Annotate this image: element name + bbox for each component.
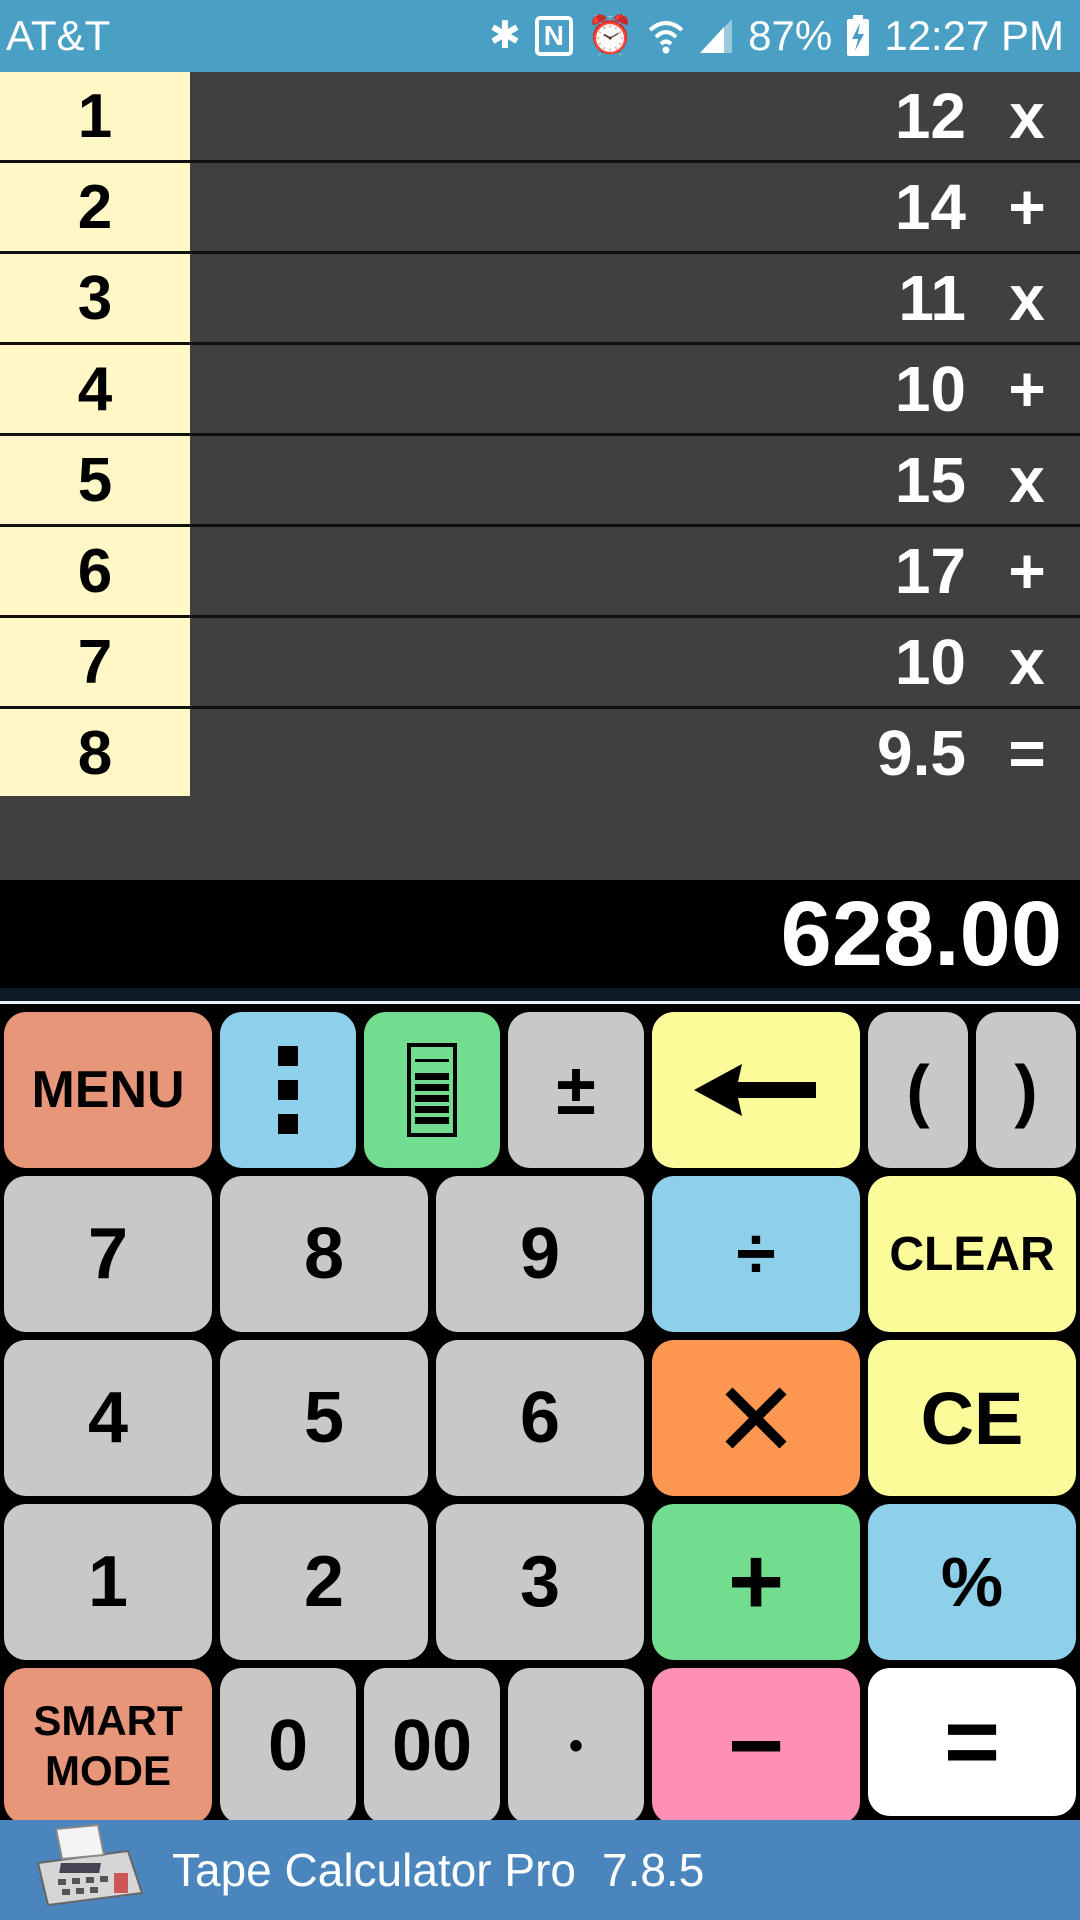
tape-operator: + [1008, 535, 1046, 607]
digit-8-button[interactable]: 8 [220, 1176, 428, 1332]
divide-button[interactable]: ÷ [652, 1176, 860, 1332]
tape-entry: 10 + [190, 345, 1080, 433]
tape-entry: 11 x [190, 254, 1080, 342]
double-zero-button[interactable]: 00 [364, 1668, 500, 1824]
app-name: Tape Calculator Pro [172, 1844, 576, 1896]
tape-value: 12 [894, 80, 966, 152]
clear-button[interactable]: CLEAR [868, 1176, 1076, 1332]
digit-0-button[interactable]: 0 [220, 1668, 356, 1824]
digit-3-button[interactable]: 3 [436, 1504, 644, 1660]
digit-4-button[interactable]: 4 [4, 1340, 212, 1496]
tape-operator: + [1008, 171, 1046, 243]
tape-line-number: 5 [0, 436, 190, 524]
tape-value: 14 [894, 171, 966, 243]
tape-entry: 10 x [190, 618, 1080, 706]
tape-operator: x [1009, 444, 1045, 516]
keypad: MENU ± ( ) 7 8 9 ÷ CLEAR 4 5 6 CE 1 2 3 … [0, 1004, 1080, 1824]
tape-entry: 14 + [190, 163, 1080, 251]
bluetooth-icon: ✱ [488, 15, 521, 57]
tape-row[interactable]: 2 14 + [0, 163, 1080, 254]
tape-value: 15 [894, 444, 966, 516]
tape-line-number: 2 [0, 163, 190, 251]
minus-button[interactable]: − [652, 1668, 860, 1824]
tape-entry: 9.5 = [190, 709, 1080, 797]
tape-line-number: 6 [0, 527, 190, 615]
backspace-arrow-icon [694, 1064, 816, 1116]
status-icons: ✱ N ⏰ 87% 12:27 PM [489, 12, 1064, 60]
multiply-button[interactable] [652, 1340, 860, 1496]
tape-value: 9.5 [877, 717, 966, 789]
tape-line-number: 8 [0, 709, 190, 797]
battery-charging-icon [846, 15, 870, 57]
tape-line-number: 4 [0, 345, 190, 433]
tape-row[interactable]: 8 9.5 = [0, 709, 1080, 800]
tape-line-number: 3 [0, 254, 190, 342]
tape-entry: 15 x [190, 436, 1080, 524]
tape-value: 10 [894, 626, 966, 698]
carrier-label: AT&T [6, 12, 111, 59]
tape-row[interactable]: 1 12 x [0, 72, 1080, 163]
tape-line-number: 1 [0, 72, 190, 160]
multiply-icon [725, 1387, 787, 1449]
tape-value: 11 [898, 262, 966, 334]
more-vertical-icon [278, 1046, 298, 1134]
equals-button[interactable]: = [868, 1668, 1076, 1816]
tape-view-icon [407, 1043, 457, 1137]
digit-2-button[interactable]: 2 [220, 1504, 428, 1660]
plus-button[interactable]: + [652, 1504, 860, 1660]
tape-row[interactable]: 6 17 + [0, 527, 1080, 618]
digit-9-button[interactable]: 9 [436, 1176, 644, 1332]
battery-percent: 87% [748, 12, 833, 59]
clock: 12:27 PM [884, 12, 1064, 59]
menu-button[interactable]: MENU [4, 1012, 212, 1168]
app-version: 7.8.5 [601, 1844, 705, 1896]
nfc-icon: N [534, 16, 573, 56]
tape-operator: x [1009, 626, 1045, 698]
tape-view-button[interactable] [364, 1012, 500, 1168]
tape-list: 1 12 x 2 14 + 3 11 x 4 10 + 5 15 x 6 17 … [0, 72, 1080, 800]
percent-button[interactable]: % [868, 1504, 1076, 1660]
smart-mode-button[interactable]: SMART MODE [4, 1668, 212, 1824]
tape-row[interactable]: 5 15 x [0, 436, 1080, 527]
wifi-icon [648, 16, 684, 56]
open-paren-button[interactable]: ( [868, 1012, 968, 1168]
smart-mode-line2: MODE [45, 1747, 171, 1794]
signal-icon [698, 17, 734, 55]
digit-7-button[interactable]: 7 [4, 1176, 212, 1332]
clear-entry-button[interactable]: CE [868, 1340, 1076, 1496]
close-paren-button[interactable]: ) [976, 1012, 1076, 1168]
tape-operator: + [1008, 353, 1046, 425]
tape-empty-area [0, 796, 1080, 880]
digit-6-button[interactable]: 6 [436, 1340, 644, 1496]
tape-operator: x [1009, 262, 1045, 334]
tape-value: 10 [894, 353, 966, 425]
plus-minus-button[interactable]: ± [508, 1012, 644, 1168]
digit-1-button[interactable]: 1 [4, 1504, 212, 1660]
tape-operator: = [1008, 717, 1046, 789]
tape-line-number: 7 [0, 618, 190, 706]
more-options-button[interactable] [220, 1012, 356, 1168]
result-display: 628.00 [0, 880, 1080, 988]
result-divider [0, 988, 1080, 1004]
tape-entry: 12 x [190, 72, 1080, 160]
tape-row[interactable]: 4 10 + [0, 345, 1080, 436]
tape-row[interactable]: 3 11 x [0, 254, 1080, 345]
alarm-icon: ⏰ [586, 15, 635, 57]
tape-value: 17 [894, 535, 966, 607]
calculator-machine-icon [28, 1823, 146, 1918]
tape-row[interactable]: 7 10 x [0, 618, 1080, 709]
tape-operator: x [1009, 80, 1045, 152]
smart-mode-line1: SMART [33, 1696, 183, 1744]
app-footer: Tape Calculator Pro 7.8.5 [0, 1820, 1080, 1920]
backspace-button[interactable] [652, 1012, 860, 1168]
digit-5-button[interactable]: 5 [220, 1340, 428, 1496]
decimal-button[interactable]: • [508, 1668, 644, 1824]
status-bar: AT&T ✱ N ⏰ 87% 12:27 PM [0, 0, 1080, 72]
tape-entry: 17 + [190, 527, 1080, 615]
